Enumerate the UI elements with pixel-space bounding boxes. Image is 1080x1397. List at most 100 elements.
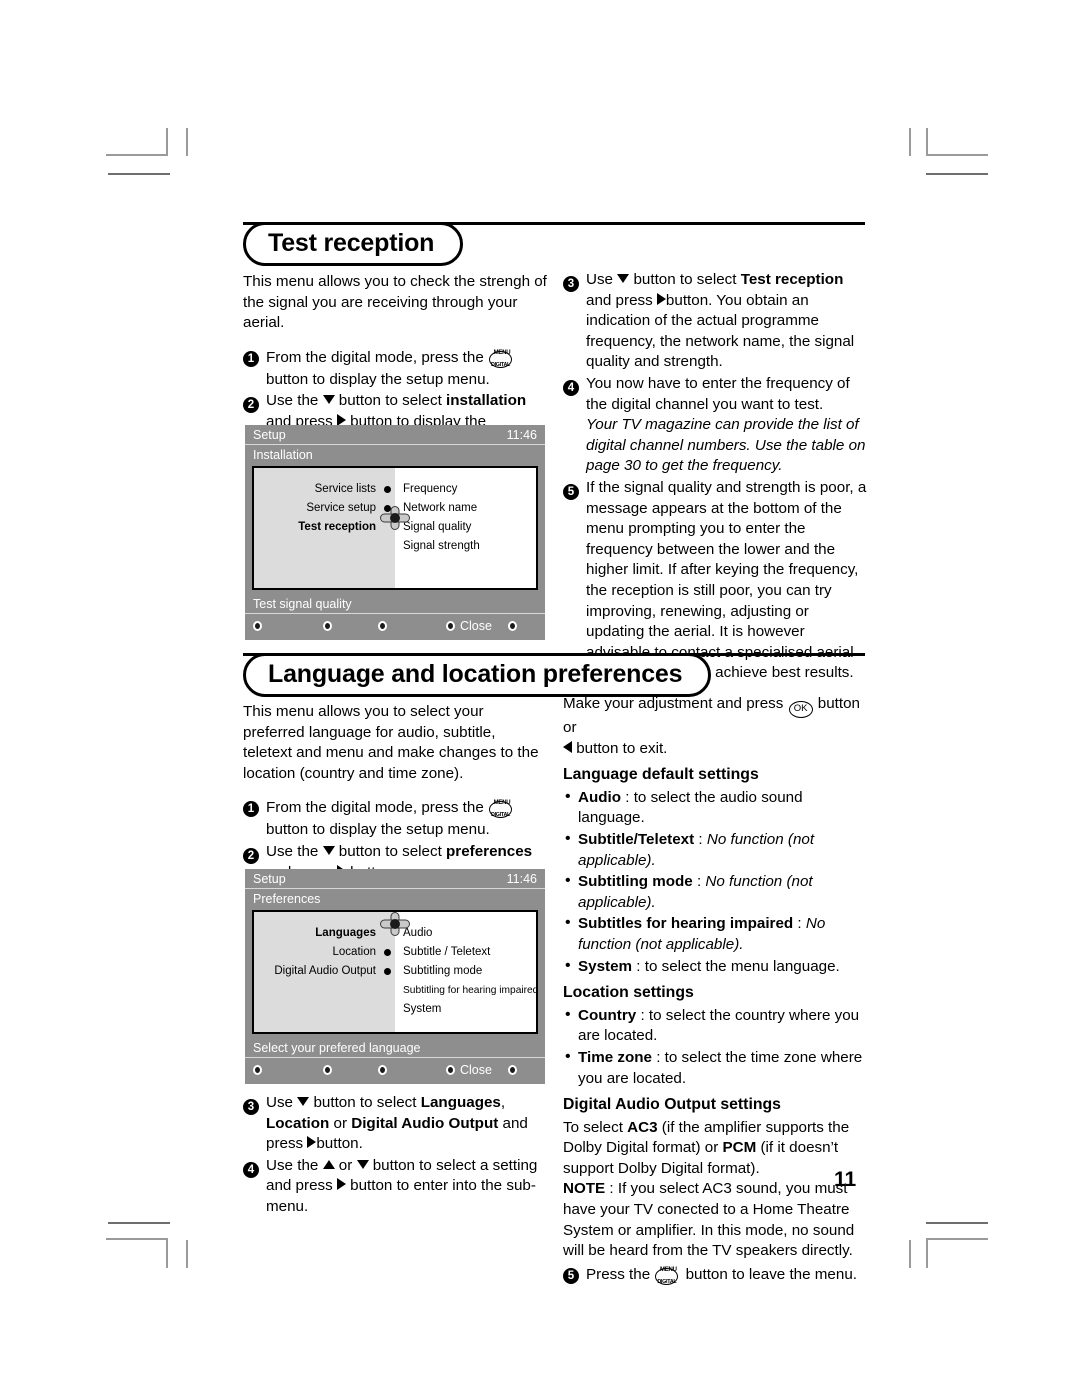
setting-term: Audio	[578, 788, 622, 806]
setting-term: Country	[578, 1006, 637, 1024]
tv-menu-left-item[interactable]: Languages	[254, 924, 395, 943]
adjustment-note: Make your adjustment and press OK button…	[563, 695, 861, 757]
format-pcm: PCM	[722, 1139, 757, 1157]
tv-menu-right-item[interactable]: System	[403, 1000, 536, 1019]
tv-menu-preferences: Setup 11:46 Preferences Languages Locatio…	[245, 869, 545, 1084]
tv-menu-right-item[interactable]: Subtitling mode	[403, 962, 536, 981]
numbered-step: 3 Use button to select Languages, Locatio…	[243, 1093, 555, 1155]
tv-menu-left-item-label: Test reception	[298, 521, 376, 533]
digital-audio-output-body: To select AC3 (if the amplifier supports…	[563, 1118, 855, 1260]
language-location-left-column-lower: 3 Use button to select Languages, Locatio…	[243, 1093, 555, 1219]
triangle-right-icon	[336, 1178, 346, 1191]
setting-term: System	[578, 957, 633, 975]
tv-menu-left-item[interactable]: Test reception	[254, 518, 395, 537]
emphasis-bold: Test reception	[740, 271, 844, 288]
step-number-badge: 5	[563, 1267, 579, 1284]
emphasis-italic: Your TV magazine can provide the list of…	[586, 416, 866, 475]
subheading-digital-audio-output: Digital Audio Output settings	[563, 1096, 781, 1114]
tv-key-5[interactable]	[508, 621, 517, 631]
step-number-badge: 5	[563, 483, 579, 500]
section-heading-test-reception: Test reception	[243, 222, 865, 267]
tv-key-3[interactable]	[378, 1065, 446, 1075]
emphasis-bold: Digital Audio Output	[351, 1114, 499, 1132]
numbered-step: 4 Use the or button to select a setting a…	[243, 1156, 555, 1218]
tv-key-close[interactable]: Close	[446, 1063, 508, 1077]
tv-menu-left-item[interactable]: Location	[254, 943, 395, 962]
tv-menu-right-item[interactable]: Subtitle / Teletext	[403, 943, 536, 962]
tv-key-2[interactable]	[323, 621, 378, 631]
step-text: From the digital mode, press the MENU DIG…	[266, 345, 548, 391]
triangle-right-icon	[656, 292, 666, 305]
tv-menu-right-item[interactable]: Frequency	[403, 480, 536, 499]
tv-key-dot-icon	[508, 621, 517, 631]
tv-menu-right-item[interactable]: Network name	[403, 499, 536, 518]
tv-menu-bullet-dot-icon	[384, 968, 391, 975]
tv-menu-bullet-dot-icon	[384, 505, 391, 512]
language-default-settings-list: Audio : to select the audio sound langua…	[563, 787, 868, 978]
tv-key-1[interactable]	[253, 1065, 323, 1075]
numbered-step: 3 Use button to select Test reception and…	[563, 270, 868, 373]
setting-list-item: Subtitling mode : No function (not appli…	[563, 871, 868, 913]
tv-menu-right-item[interactable]: Signal quality	[403, 518, 536, 537]
triangle-left-icon	[563, 740, 572, 753]
setting-description: to select the menu language.	[644, 957, 840, 975]
tv-key-3[interactable]	[378, 621, 446, 631]
tv-menu-status-text: Select your prefered language	[245, 1037, 545, 1058]
emphasis-bold: preferences	[446, 842, 533, 860]
tv-key-2[interactable]	[323, 1065, 378, 1075]
tv-menu-right-item[interactable]: Signal strength	[403, 537, 536, 556]
heading-label-test-reception: Test reception	[243, 222, 464, 267]
tv-key-close-label: Close	[460, 1063, 492, 1077]
tv-menu-clock: 11:46	[506, 872, 537, 886]
tv-menu-left-item[interactable]: Digital Audio Output	[254, 962, 395, 981]
tv-menu-title: Setup	[253, 872, 286, 886]
triangle-down-icon	[617, 274, 630, 283]
digital-label: DIGITAL	[657, 1278, 677, 1285]
setting-list-item: Subtitle/Teletext : No function (not app…	[563, 829, 868, 871]
step-number-badge: 3	[243, 1099, 259, 1115]
subheading-language-defaults: Language default settings	[563, 766, 759, 784]
step-number-badge: 4	[243, 1161, 259, 1178]
setting-list-item: Country : to select the country where yo…	[563, 1005, 868, 1047]
setting-list-item: Subtitles for hearing impaired : No func…	[563, 913, 868, 955]
language-location-right-column: Make your adjustment and press OK button…	[563, 694, 868, 1288]
language-location-left-column: This menu allows you to select your pref…	[243, 702, 548, 884]
tv-key-dot-icon	[508, 1065, 517, 1075]
tv-key-dot-icon	[378, 1065, 387, 1075]
tv-menu-left-item[interactable]: Service lists	[254, 480, 395, 499]
tv-key-dot-icon	[323, 621, 332, 631]
tv-menu-subtitle: Installation	[253, 448, 313, 462]
tv-menu-left-item-label: Digital Audio Output	[274, 965, 376, 977]
triangle-down-icon	[322, 845, 335, 855]
step-number: 1	[243, 346, 263, 391]
manual-page: Test reception This menu allows you to c…	[0, 0, 1080, 1397]
setting-term: Time zone	[578, 1048, 652, 1066]
tv-menu-left-item[interactable]: Service setup	[254, 499, 395, 518]
tv-key-dot-icon	[253, 1065, 262, 1075]
step-number-badge: 3	[563, 276, 579, 292]
location-settings-list: Country : to select the country where yo…	[563, 1005, 868, 1089]
tv-menu-status-text: Test signal quality	[245, 593, 545, 614]
step-text: Use the or button to select a setting an…	[266, 1156, 538, 1215]
tv-key-dot-icon	[446, 1065, 455, 1075]
tv-key-5[interactable]	[508, 1065, 517, 1075]
tv-menu-right-item[interactable]: Subtitling for hearing impaired	[403, 981, 538, 1000]
step-number-badge: 2	[243, 847, 259, 864]
tv-key-1[interactable]	[253, 621, 323, 631]
tv-menu-title: Setup	[253, 428, 286, 442]
setting-list-item: Audio : to select the audio sound langua…	[563, 787, 868, 829]
heading-label-language-location: Language and location preferences	[243, 653, 712, 698]
subheading-location-settings: Location settings	[563, 984, 694, 1002]
tv-menu-left-item-label: Service setup	[306, 502, 376, 514]
triangle-down-icon	[297, 1097, 310, 1106]
setting-list-item: System : to select the menu language.	[563, 956, 868, 978]
tv-menu-key-bar: Close	[245, 1058, 545, 1084]
step-text: From the digital mode, press the MENU DIG…	[266, 795, 548, 841]
step-text: Use button to select Test reception and …	[586, 271, 855, 371]
tv-menu-right-item[interactable]: Audio	[403, 924, 536, 943]
step-number-badge: 1	[243, 350, 259, 367]
tv-menu-left-list: Languages Location Digital Audio Output	[254, 912, 395, 1032]
tv-menu-right-list: Audio Subtitle / Teletext Subtitling mode S…	[395, 912, 538, 1032]
step-number: 1	[243, 796, 263, 841]
tv-key-close[interactable]: Close	[446, 619, 508, 633]
